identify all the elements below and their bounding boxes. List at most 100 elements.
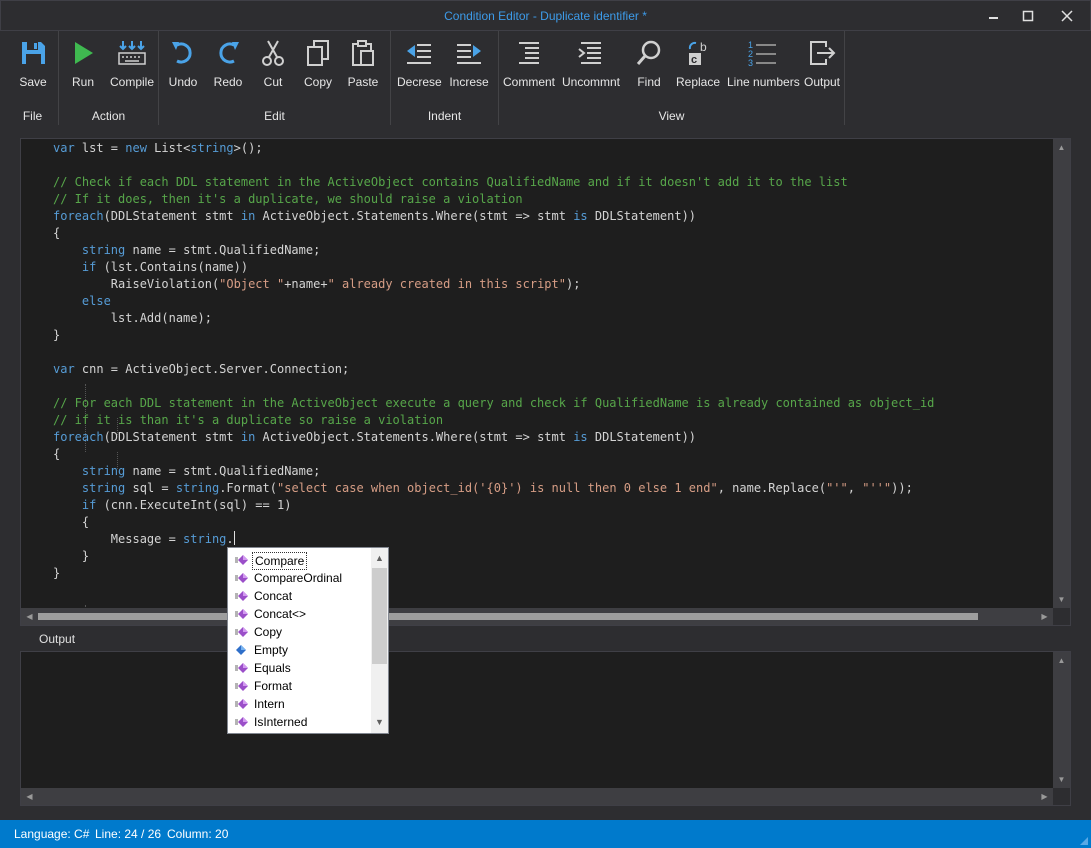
cut-button[interactable]: Cut [253, 35, 293, 93]
scroll-up-arrow-icon[interactable]: ▲ [1053, 139, 1070, 156]
line-numbers-button[interactable]: 123 Line numbers [727, 35, 800, 93]
run-button[interactable]: Run [63, 35, 103, 93]
redo-button[interactable]: Redo [208, 35, 248, 93]
increase-indent-icon [457, 44, 481, 64]
autocomplete-item[interactable]: Compare [234, 551, 374, 570]
autocomplete-item-label: Equals [254, 661, 291, 675]
code-line[interactable] [21, 378, 1053, 395]
code-line[interactable]: string name = stmt.QualifiedName; [21, 463, 1053, 480]
ribbon-group-indent: Decrese Increse Indent [391, 31, 499, 125]
code-line[interactable]: { [21, 514, 1053, 531]
comment-button[interactable]: Comment [503, 35, 555, 93]
code-line[interactable] [21, 157, 1053, 174]
scroll-down-arrow-icon[interactable]: ▼ [1053, 591, 1070, 608]
code-line[interactable]: RaiseViolation("Object "+name+" already … [21, 276, 1053, 293]
autocomplete-item[interactable]: Concat<> [234, 605, 374, 623]
scroll-left-arrow-icon[interactable]: ◀ [21, 608, 38, 625]
scroll-left-arrow-icon[interactable]: ◀ [21, 788, 38, 805]
replace-button[interactable]: bc Replace [675, 35, 721, 93]
method-icon [235, 609, 248, 619]
uncomment-button[interactable]: Uncommnt [561, 35, 621, 93]
redo-icon [219, 42, 239, 64]
code-line[interactable]: else [21, 293, 1053, 310]
method-icon [235, 663, 248, 673]
autocomplete-item-label: CompareOrdinal [254, 571, 343, 585]
scroll-right-arrow-icon[interactable]: ▶ [1036, 608, 1053, 625]
autocomplete-scroll-thumb[interactable] [372, 568, 387, 664]
cut-icon [262, 40, 284, 66]
paste-icon [352, 40, 374, 66]
output-label: Output [803, 75, 841, 89]
output-vertical-scrollbar[interactable]: ▲ ▼ [1053, 652, 1070, 788]
autocomplete-item[interactable]: CompareOrdinal [234, 569, 374, 587]
code-line[interactable]: if (cnn.ExecuteInt(sql) == 1) [21, 497, 1053, 514]
autocomplete-popup[interactable]: Compare CompareOrdinal Concat Concat<> Copy E… [227, 547, 389, 734]
decrease-indent-button[interactable]: Decrese [397, 35, 442, 93]
maximize-button[interactable] [1013, 5, 1043, 27]
autocomplete-item[interactable]: Equals [234, 659, 374, 677]
scroll-down-arrow-icon[interactable]: ▼ [371, 714, 388, 731]
code-line[interactable]: if (lst.Contains(name)) [21, 259, 1053, 276]
code-line-text: foreach(DDLStatement stmt in ActiveObjec… [53, 430, 697, 444]
autocomplete-item[interactable]: Format [234, 677, 374, 695]
autocomplete-item[interactable]: IsInterned [234, 713, 374, 731]
paste-button[interactable]: Paste [343, 35, 383, 93]
scroll-down-arrow-icon[interactable]: ▼ [1053, 771, 1070, 788]
horizontal-scroll-thumb[interactable] [38, 613, 978, 620]
editor-vertical-scrollbar[interactable]: ▲ ▼ [1053, 139, 1070, 608]
comment-label: Comment [503, 75, 556, 89]
code-line[interactable]: Message = string. [21, 531, 1053, 548]
group-label-file: File [22, 109, 43, 123]
code-editor[interactable]: var lst = new List<string>(); // Check if… [20, 138, 1071, 626]
line-numbers-label: Line numbers [727, 75, 800, 89]
code-line[interactable]: } [21, 327, 1053, 344]
close-button[interactable] [1052, 5, 1082, 27]
code-line-text: // if it is than it's a duplicate so rai… [53, 413, 444, 427]
output-panel[interactable]: ▲ ▼ ◀ ▶ [20, 651, 1071, 806]
scroll-up-arrow-icon[interactable]: ▲ [371, 550, 388, 567]
code-line[interactable]: // if it is than it's a duplicate so rai… [21, 412, 1053, 429]
copy-button[interactable]: Copy [298, 35, 338, 93]
increase-indent-button[interactable]: Increse [447, 35, 491, 93]
resize-grip-icon[interactable] [1079, 836, 1089, 846]
autocomplete-item[interactable]: Empty [234, 641, 374, 659]
code-line[interactable]: string name = stmt.QualifiedName; [21, 242, 1053, 259]
code-line[interactable]: string sql = string.Format("select case … [21, 480, 1053, 497]
scroll-up-arrow-icon[interactable]: ▲ [1053, 652, 1070, 669]
code-line[interactable]: var cnn = ActiveObject.Server.Connection… [21, 361, 1053, 378]
code-area[interactable]: var lst = new List<string>(); // Check if… [21, 139, 1053, 608]
code-line[interactable]: // Check if each DDL statement in the Ac… [21, 174, 1053, 191]
save-button[interactable]: Save [9, 35, 57, 93]
run-icon [75, 42, 93, 64]
undo-button[interactable]: Undo [163, 35, 203, 93]
find-label: Find [637, 75, 661, 89]
method-icon [235, 627, 248, 637]
ribbon-toolbar: Save File Run Compile Action Undo Redo C… [7, 31, 1084, 125]
code-line[interactable] [21, 344, 1053, 361]
autocomplete-item[interactable]: Concat [234, 587, 374, 605]
window-title: Condition Editor - Duplicate identifier … [444, 9, 647, 23]
code-line[interactable]: lst.Add(name); [21, 310, 1053, 327]
code-line[interactable]: } [21, 548, 1053, 565]
output-button[interactable]: Output [801, 35, 843, 93]
scroll-right-arrow-icon[interactable]: ▶ [1036, 788, 1053, 805]
code-line[interactable]: } [21, 565, 1053, 582]
output-horizontal-scrollbar[interactable]: ◀ ▶ [21, 788, 1053, 805]
code-line[interactable]: // If it does, then it's a duplicate, we… [21, 191, 1053, 208]
code-line[interactable]: foreach(DDLStatement stmt in ActiveObjec… [21, 208, 1053, 225]
code-line[interactable]: { [21, 225, 1053, 242]
code-line[interactable]: foreach(DDLStatement stmt in ActiveObjec… [21, 429, 1053, 446]
code-line[interactable]: var lst = new List<string>(); [21, 140, 1053, 157]
code-line[interactable]: // For each DDL statement in the ActiveO… [21, 395, 1053, 412]
minimize-button[interactable] [979, 5, 1009, 27]
autocomplete-item-label: IsInterned [254, 715, 308, 729]
autocomplete-item[interactable]: Intern [234, 695, 374, 713]
code-line[interactable]: { [21, 446, 1053, 463]
text-caret [233, 531, 235, 545]
uncomment-icon [578, 42, 601, 64]
find-button[interactable]: Find [629, 35, 669, 93]
autocomplete-item[interactable]: Copy [234, 623, 374, 641]
compile-button[interactable]: Compile [107, 35, 157, 93]
editor-horizontal-scrollbar[interactable]: ◀ ▶ [21, 608, 1053, 625]
autocomplete-scrollbar[interactable]: ▲ ▼ [371, 548, 388, 733]
